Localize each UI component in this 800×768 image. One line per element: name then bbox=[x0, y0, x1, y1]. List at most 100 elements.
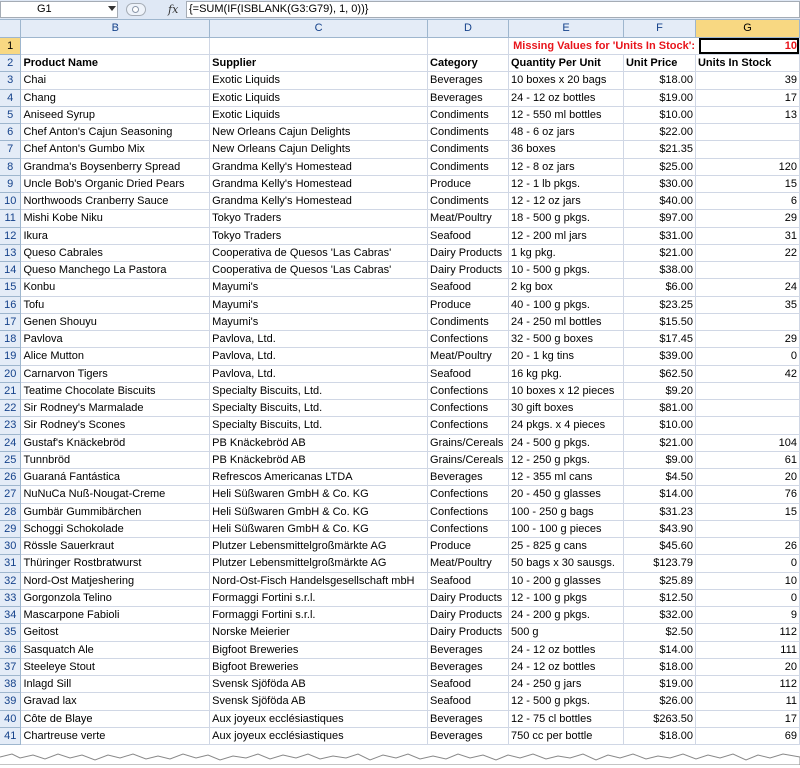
cell-product-name[interactable]: Konbu bbox=[20, 278, 211, 297]
cell-quantity-per-unit[interactable]: 40 - 100 g pkgs. bbox=[508, 296, 624, 314]
cell-quantity-per-unit[interactable]: 24 - 500 g pkgs. bbox=[508, 434, 624, 452]
cell-supplier[interactable]: Heli Süßwaren GmbH & Co. KG bbox=[209, 503, 429, 521]
row-header[interactable]: 18 bbox=[0, 330, 22, 349]
row-header[interactable]: 1 bbox=[0, 37, 22, 56]
column-header-c[interactable]: C bbox=[209, 20, 429, 38]
cell-quantity-per-unit[interactable]: 24 - 12 oz bottles bbox=[508, 89, 624, 107]
cell-supplier[interactable]: Cooperativa de Quesos 'Las Cabras' bbox=[209, 244, 429, 263]
cell-units-in-stock[interactable]: 9 bbox=[695, 606, 800, 625]
cell-unit-price[interactable]: $18.00 bbox=[623, 658, 696, 677]
cell-category[interactable]: Seafood bbox=[427, 278, 509, 297]
cell-unit-price[interactable]: $18.00 bbox=[623, 71, 696, 90]
row-header[interactable]: 13 bbox=[0, 244, 22, 263]
cell-supplier[interactable]: Exotic Liquids bbox=[209, 106, 429, 125]
row-header[interactable]: 22 bbox=[0, 399, 22, 418]
cell[interactable] bbox=[209, 37, 429, 56]
column-header-f[interactable]: F bbox=[623, 20, 696, 38]
cell-category[interactable]: Condiments bbox=[427, 192, 509, 211]
cell-product-name[interactable]: Chartreuse verte bbox=[20, 727, 211, 746]
cell-supplier[interactable]: Pavlova, Ltd. bbox=[209, 365, 429, 383]
row-header[interactable]: 6 bbox=[0, 123, 22, 142]
cell-quantity-per-unit[interactable]: 20 - 1 kg tins bbox=[508, 347, 624, 366]
cell-quantity-per-unit[interactable]: 24 - 250 g jars bbox=[508, 675, 624, 694]
cell-units-in-stock[interactable]: 35 bbox=[695, 296, 800, 314]
cell-supplier[interactable]: New Orleans Cajun Delights bbox=[209, 123, 429, 142]
cell-product-name[interactable]: Ikura bbox=[20, 227, 211, 245]
cell-product-name[interactable]: Gorgonzola Telino bbox=[20, 589, 211, 608]
cell-units-in-stock[interactable]: 20 bbox=[695, 658, 800, 677]
cell-units-in-stock[interactable]: 20 bbox=[695, 468, 800, 487]
cell-quantity-per-unit[interactable]: 100 - 100 g pieces bbox=[508, 520, 624, 539]
cell-supplier[interactable]: Mayumi's bbox=[209, 296, 429, 314]
row-header[interactable]: 25 bbox=[0, 451, 22, 470]
cell-unit-price[interactable]: $40.00 bbox=[623, 192, 696, 211]
cell-quantity-per-unit[interactable]: 18 - 500 g pkgs. bbox=[508, 209, 624, 228]
cell-product-name[interactable]: Queso Manchego La Pastora bbox=[20, 261, 211, 280]
cell-unit-price[interactable]: $10.00 bbox=[623, 106, 696, 125]
cell-units-in-stock[interactable]: 24 bbox=[695, 278, 800, 297]
cell-unit-price[interactable]: $12.50 bbox=[623, 589, 696, 608]
cell-units-in-stock[interactable]: 0 bbox=[695, 589, 800, 608]
cell-supplier[interactable]: Pavlova, Ltd. bbox=[209, 347, 429, 366]
header-cell-units-in-stock[interactable]: Units In Stock bbox=[695, 54, 800, 73]
cell-units-in-stock[interactable]: 42 bbox=[695, 365, 800, 383]
cell-quantity-per-unit[interactable]: 12 - 75 cl bottles bbox=[508, 710, 624, 728]
cell-unit-price[interactable]: $39.00 bbox=[623, 347, 696, 366]
cell-product-name[interactable]: Chef Anton's Gumbo Mix bbox=[20, 140, 211, 159]
cell-product-name[interactable]: Mascarpone Fabioli bbox=[20, 606, 211, 625]
row-header[interactable]: 41 bbox=[0, 727, 22, 746]
cell-units-in-stock[interactable]: 29 bbox=[695, 209, 800, 228]
cell-product-name[interactable]: Gustaf's Knäckebröd bbox=[20, 434, 211, 452]
cell-quantity-per-unit[interactable]: 500 g bbox=[508, 623, 624, 642]
cell-product-name[interactable]: Mishi Kobe Niku bbox=[20, 209, 211, 228]
cell-quantity-per-unit[interactable]: 12 - 12 oz jars bbox=[508, 192, 624, 211]
circle-handle-icon[interactable] bbox=[132, 6, 139, 13]
cell-category[interactable]: Meat/Poultry bbox=[427, 209, 509, 228]
cell-product-name[interactable]: Grandma's Boysenberry Spread bbox=[20, 158, 211, 176]
cell-supplier[interactable]: Grandma Kelly's Homestead bbox=[209, 192, 429, 211]
cell-supplier[interactable]: PB Knäckebröd AB bbox=[209, 434, 429, 452]
cell-supplier[interactable]: Grandma Kelly's Homestead bbox=[209, 158, 429, 176]
cell-units-in-stock[interactable] bbox=[695, 520, 800, 539]
cell-category[interactable]: Dairy Products bbox=[427, 606, 509, 625]
row-header[interactable]: 39 bbox=[0, 692, 22, 711]
cell-supplier[interactable]: Aux joyeux ecclésiastiques bbox=[209, 727, 429, 746]
cell-quantity-per-unit[interactable]: 12 - 8 oz jars bbox=[508, 158, 624, 176]
cell-units-in-stock[interactable]: 76 bbox=[695, 485, 800, 504]
cell-product-name[interactable]: Aniseed Syrup bbox=[20, 106, 211, 125]
cell-unit-price[interactable]: $9.20 bbox=[623, 382, 696, 401]
cell-product-name[interactable]: Pavlova bbox=[20, 330, 211, 349]
cell-category[interactable]: Beverages bbox=[427, 71, 509, 90]
cell-supplier[interactable]: Mayumi's bbox=[209, 313, 429, 332]
row-header[interactable]: 35 bbox=[0, 623, 22, 642]
cell-units-in-stock[interactable] bbox=[695, 261, 800, 280]
cell-quantity-per-unit[interactable]: 50 bags x 30 sausgs. bbox=[508, 554, 624, 573]
name-box[interactable]: G1 bbox=[0, 1, 118, 18]
cell-units-in-stock[interactable]: 15 bbox=[695, 503, 800, 521]
cell-units-in-stock[interactable]: 26 bbox=[695, 537, 800, 556]
cell-supplier[interactable]: Nord-Ost-Fisch Handelsgesellschaft mbH bbox=[209, 572, 429, 590]
cell-units-in-stock[interactable] bbox=[695, 313, 800, 332]
cell[interactable] bbox=[427, 37, 509, 56]
cell-product-name[interactable]: Tunnbröd bbox=[20, 451, 211, 470]
cell-quantity-per-unit[interactable]: 24 - 250 ml bottles bbox=[508, 313, 624, 332]
cell-units-in-stock[interactable]: 111 bbox=[695, 641, 800, 659]
row-header[interactable]: 34 bbox=[0, 606, 22, 625]
cell-units-in-stock[interactable]: 0 bbox=[695, 347, 800, 366]
row-header[interactable]: 30 bbox=[0, 537, 22, 556]
cell-category[interactable]: Condiments bbox=[427, 140, 509, 159]
cell-category[interactable]: Meat/Poultry bbox=[427, 347, 509, 366]
row-header[interactable]: 38 bbox=[0, 675, 22, 694]
cell-product-name[interactable]: Côte de Blaye bbox=[20, 710, 211, 728]
row-header[interactable]: 27 bbox=[0, 485, 22, 504]
row-header[interactable]: 3 bbox=[0, 71, 22, 90]
row-header[interactable]: 17 bbox=[0, 313, 22, 332]
cell-supplier[interactable]: Aux joyeux ecclésiastiques bbox=[209, 710, 429, 728]
cell-unit-price[interactable]: $2.50 bbox=[623, 623, 696, 642]
cell-quantity-per-unit[interactable]: 24 - 200 g pkgs. bbox=[508, 606, 624, 625]
row-header[interactable]: 21 bbox=[0, 382, 22, 401]
cell-category[interactable]: Beverages bbox=[427, 641, 509, 659]
cell-unit-price[interactable]: $25.00 bbox=[623, 158, 696, 176]
cell-supplier[interactable]: Refrescos Americanas LTDA bbox=[209, 468, 429, 487]
cell-supplier[interactable]: Exotic Liquids bbox=[209, 71, 429, 90]
